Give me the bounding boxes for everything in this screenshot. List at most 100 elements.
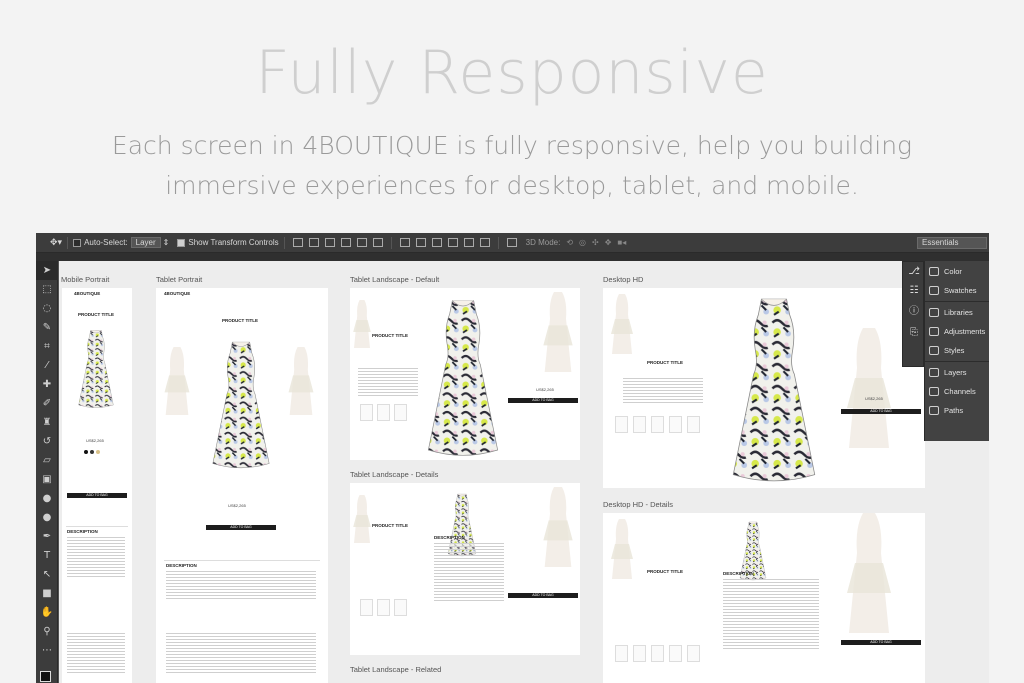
pen-tool-icon[interactable]: ✒	[36, 527, 58, 546]
align-top-icon[interactable]	[292, 238, 303, 247]
adjustments-panel-tab[interactable]: Adjustments	[925, 322, 989, 341]
move-tool-icon[interactable]: ➤	[36, 261, 58, 280]
desktop-details-add-to-bag-button[interactable]: ADD TO BAG	[841, 640, 921, 645]
desktop-add-to-bag-button[interactable]: ADD TO BAG	[841, 409, 921, 414]
distribute-top-icon[interactable]	[399, 238, 410, 247]
auto-align-icon[interactable]	[506, 238, 517, 247]
mobile-product-title: PRODUCT TITLE	[78, 312, 114, 317]
path-select-tool-icon[interactable]: ↖	[36, 565, 58, 584]
type-tool-icon[interactable]: T	[36, 546, 58, 565]
move-tool-icon[interactable]: ✥▾	[50, 237, 62, 248]
artboard-title-tablet-landscape-details[interactable]: Tablet Landscape - Details	[350, 470, 438, 479]
thumb-1[interactable]	[615, 416, 628, 433]
3d-camera-icon[interactable]: ■◂	[617, 238, 626, 247]
photoshop-window: ✥▾ Auto-Select: Layer ⇕ Show Transform C…	[36, 233, 989, 683]
workspace-dropdown[interactable]: Essentials	[917, 237, 987, 249]
tl-add-to-bag-button[interactable]: ADD TO BAG	[508, 398, 578, 403]
thumb-1[interactable]	[360, 599, 373, 616]
artboard-title-mobile[interactable]: Mobile Portrait	[61, 275, 109, 284]
3d-slide-icon[interactable]: ✥	[605, 238, 612, 247]
lasso-tool-icon[interactable]: ◌	[36, 299, 58, 318]
layers-panel-tab[interactable]: Layers	[925, 363, 989, 382]
auto-select-dropdown[interactable]: Layer	[130, 237, 161, 248]
distribute-left-icon[interactable]	[447, 238, 458, 247]
auto-select-checkbox[interactable]	[73, 238, 82, 247]
options-bar: ✥▾ Auto-Select: Layer ⇕ Show Transform C…	[36, 233, 989, 253]
show-transform-checkbox[interactable]	[177, 238, 186, 247]
styles-panel-tab[interactable]: Styles	[925, 341, 989, 360]
colour-swatch-black[interactable]	[84, 450, 88, 454]
distribute-hcenter-icon[interactable]	[463, 238, 474, 247]
quick-select-tool-icon[interactable]: ✎	[36, 318, 58, 337]
thumb-2[interactable]	[377, 404, 390, 421]
artboard-title-tablet-landscape-default[interactable]: Tablet Landscape - Default	[350, 275, 439, 284]
gradient-tool-icon[interactable]: ▣	[36, 470, 58, 489]
eyedropper-tool-icon[interactable]: ⁄	[36, 356, 58, 375]
thumb-3[interactable]	[651, 645, 664, 662]
ghost-left	[607, 288, 637, 360]
tablet-add-to-bag-button[interactable]: ADD TO BAG	[206, 525, 276, 530]
libraries-panel-tab[interactable]: Libraries	[925, 303, 989, 322]
thumb-5[interactable]	[687, 645, 700, 662]
align-right-icon[interactable]	[372, 238, 383, 247]
colour-swatch-grey[interactable]	[90, 450, 94, 454]
artboard-title-desktop-hd[interactable]: Desktop HD	[603, 275, 643, 284]
properties-panel-icon[interactable]: ☷	[903, 281, 925, 300]
healing-brush-tool-icon[interactable]: ✚	[36, 375, 58, 394]
align-bottom-icon[interactable]	[324, 238, 335, 247]
zoom-tool-icon[interactable]: ⚲	[36, 622, 58, 641]
info-panel-icon[interactable]: ⓘ	[903, 300, 925, 319]
hand-tool-icon[interactable]: ✋	[36, 603, 58, 622]
3d-rotate-icon[interactable]: ⟲	[566, 238, 573, 247]
brush-tool-icon[interactable]: ✐	[36, 394, 58, 413]
paragraph-panel-icon[interactable]: ⎘	[903, 323, 925, 342]
artboard-title-tablet-portrait[interactable]: Tablet Portrait	[156, 275, 202, 284]
more-tools-icon[interactable]: ⋯	[36, 641, 58, 660]
desktop-details-product-title: PRODUCT TITLE	[647, 569, 683, 574]
thumb-3[interactable]	[651, 416, 664, 433]
thumb-2[interactable]	[633, 416, 646, 433]
thumb-4[interactable]	[669, 645, 682, 662]
foreground-color-swatch[interactable]	[40, 671, 51, 682]
artboard-title-tablet-landscape-related[interactable]: Tablet Landscape - Related	[350, 665, 441, 674]
distribute-bottom-icon[interactable]	[431, 238, 442, 247]
tablet-ghost-left	[160, 336, 194, 426]
colour-swatch-tan[interactable]	[96, 450, 100, 454]
mobile-logo: 4BOUTIQUE	[74, 291, 101, 296]
mobile-add-to-bag-button[interactable]: ADD TO BAG	[67, 493, 127, 498]
thumb-3[interactable]	[394, 404, 407, 421]
thumb-4[interactable]	[669, 416, 682, 433]
libraries-icon	[929, 308, 939, 317]
swatches-panel-tab[interactable]: Swatches	[925, 281, 989, 300]
thumb-2[interactable]	[633, 645, 646, 662]
thumb-2[interactable]	[377, 599, 390, 616]
crop-tool-icon[interactable]: ⌗	[36, 337, 58, 356]
blur-tool-icon[interactable]: ●	[36, 489, 58, 508]
3d-drag-icon[interactable]: ✣	[592, 238, 599, 247]
eraser-tool-icon[interactable]: ▱	[36, 451, 58, 470]
align-left-icon[interactable]	[340, 238, 351, 247]
thumb-3[interactable]	[394, 599, 407, 616]
thumb-1[interactable]	[615, 645, 628, 662]
hero-subtitle: Each screen in 4BOUTIQUE is fully respon…	[111, 131, 913, 200]
thumb-1[interactable]	[360, 404, 373, 421]
distribute-vcenter-icon[interactable]	[415, 238, 426, 247]
history-panel-icon[interactable]: ⎇	[903, 262, 925, 281]
rectangle-tool-icon[interactable]: ■	[36, 584, 58, 603]
color-panel-tab[interactable]: Color	[925, 262, 989, 281]
distribute-right-icon[interactable]	[479, 238, 490, 247]
align-hcenter-icon[interactable]	[356, 238, 367, 247]
tld-add-to-bag-button[interactable]: ADD TO BAG	[508, 593, 578, 598]
tl-product-title: PRODUCT TITLE	[372, 333, 408, 338]
clone-stamp-tool-icon[interactable]: ♜	[36, 413, 58, 432]
history-brush-tool-icon[interactable]: ↺	[36, 432, 58, 451]
thumb-5[interactable]	[687, 416, 700, 433]
paths-panel-tab[interactable]: Paths	[925, 401, 989, 420]
dodge-tool-icon[interactable]: ●	[36, 508, 58, 527]
artboard-title-desktop-hd-details[interactable]: Desktop HD - Details	[603, 500, 673, 509]
marquee-tool-icon[interactable]: ⬚	[36, 280, 58, 299]
ghost-right	[538, 487, 578, 567]
channels-panel-tab[interactable]: Channels	[925, 382, 989, 401]
align-vcenter-icon[interactable]	[308, 238, 319, 247]
3d-roll-icon[interactable]: ◎	[579, 238, 586, 247]
